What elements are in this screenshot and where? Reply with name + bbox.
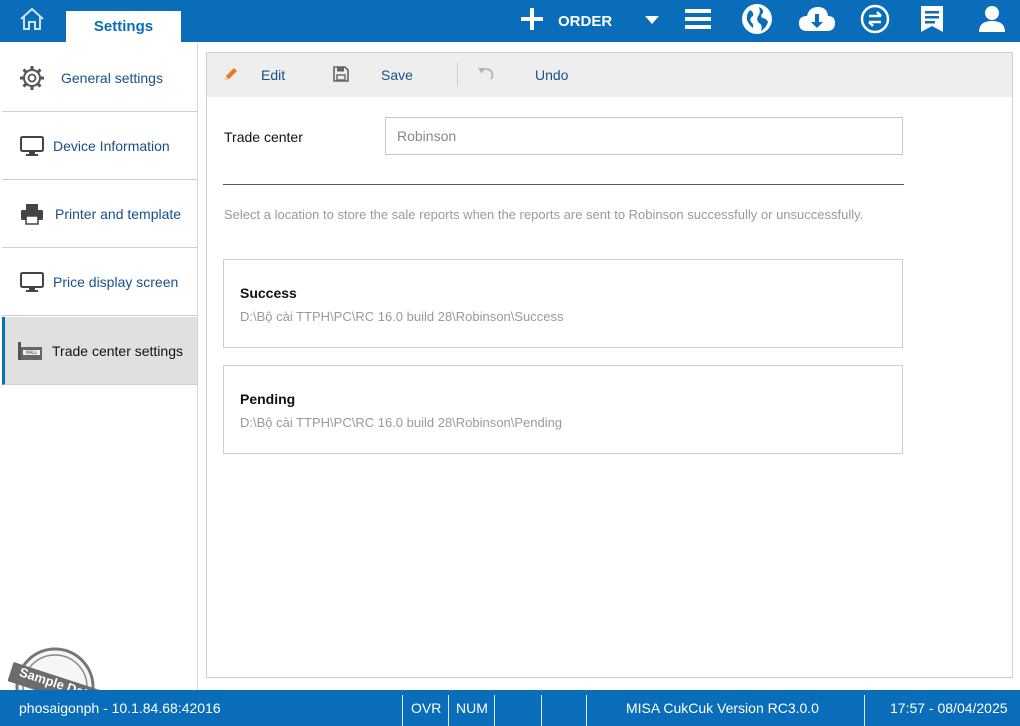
- home-button[interactable]: [0, 0, 64, 42]
- download-button[interactable]: [796, 0, 838, 42]
- divider: [223, 184, 904, 185]
- status-divider: [864, 695, 865, 726]
- success-location-card[interactable]: Success D:\Bộ cài TTPH\PC\RC 16.0 build …: [223, 259, 903, 348]
- save-label: Save: [381, 67, 413, 83]
- sidebar-item-price-display-screen[interactable]: Price display screen: [2, 249, 197, 316]
- sync-button[interactable]: [856, 0, 894, 42]
- dropdown-arrow-icon: [645, 12, 659, 30]
- status-user: phosaigonph - 10.1.84.68:42016: [19, 700, 221, 716]
- receipt-button[interactable]: [914, 0, 950, 42]
- home-icon: [19, 7, 45, 36]
- menu-icon: [685, 8, 711, 35]
- pending-location-card[interactable]: Pending D:\Bộ cài TTPH\PC\RC 16.0 build …: [223, 365, 903, 454]
- trade-center-settings-panel: Edit Save Undo Trade center Select a loc…: [206, 52, 1013, 678]
- save-button[interactable]: Save: [333, 53, 413, 97]
- new-order-button[interactable]: ORDER: [520, 0, 612, 42]
- receipt-icon: [920, 5, 944, 38]
- user-icon: [978, 5, 1006, 38]
- printer-icon: [14, 203, 50, 225]
- status-bar: phosaigonph - 10.1.84.68:42016 OVR NUM M…: [0, 690, 1020, 726]
- pending-path: D:\Bộ cài TTPH\PC\RC 16.0 build 28\Robin…: [240, 415, 563, 430]
- monitor-icon: [14, 272, 50, 292]
- status-ovr: OVR: [411, 700, 442, 716]
- mall-icon: MALL: [13, 341, 47, 361]
- sidebar-item-printer-and-template[interactable]: Printer and template: [2, 181, 197, 248]
- sidebar-item-label: Printer and template: [55, 206, 182, 222]
- status-divider: [494, 695, 495, 726]
- globe-icon: [741, 3, 773, 40]
- cloud-download-icon: [798, 5, 836, 38]
- undo-icon: [477, 66, 495, 85]
- sidebar-item-device-information[interactable]: Device Information: [2, 113, 197, 180]
- status-divider: [448, 695, 449, 726]
- status-version: MISA CukCuk Version RC3.0.0: [626, 700, 819, 716]
- svg-text:MALL: MALL: [26, 350, 37, 355]
- menu-button[interactable]: [680, 0, 716, 42]
- order-dropdown-button[interactable]: [640, 0, 664, 42]
- status-divider: [541, 695, 542, 726]
- sidebar-item-label: Trade center settings: [52, 342, 183, 359]
- top-bar: Settings ORDER: [0, 0, 1020, 42]
- plus-icon: [520, 7, 544, 36]
- sync-icon: [860, 4, 890, 39]
- edit-label: Edit: [261, 67, 286, 83]
- status-datetime: 17:57 - 08/04/2025: [890, 700, 1008, 716]
- toolbar: Edit Save Undo: [207, 53, 1012, 97]
- status-num: NUM: [456, 700, 488, 716]
- pending-title: Pending: [240, 391, 296, 407]
- sidebar-item-label: General settings: [61, 70, 163, 86]
- gear-icon: [10, 65, 54, 91]
- monitor-icon: [14, 136, 50, 156]
- sidebar-item-general-settings[interactable]: General settings: [2, 45, 197, 112]
- sidebar-item-label: Device Information: [53, 138, 170, 154]
- undo-button[interactable]: Undo: [477, 53, 568, 97]
- trade-center-label: Trade center: [224, 129, 303, 145]
- undo-label: Undo: [535, 67, 569, 83]
- sidebar: General settings Device Information Prin…: [0, 42, 198, 726]
- location-hint: Select a location to store the sale repo…: [224, 207, 864, 222]
- status-divider: [402, 695, 403, 726]
- web-button[interactable]: [738, 0, 776, 42]
- sidebar-item-label: Price display screen: [53, 274, 179, 290]
- order-label: ORDER: [558, 12, 613, 30]
- save-icon: [333, 65, 349, 85]
- pencil-icon: [223, 66, 239, 85]
- user-button[interactable]: [972, 0, 1012, 42]
- trade-center-field[interactable]: [385, 117, 903, 155]
- toolbar-divider: [457, 63, 458, 87]
- edit-button[interactable]: Edit: [223, 53, 285, 97]
- status-divider: [586, 695, 587, 726]
- sidebar-item-trade-center-settings[interactable]: MALL Trade center settings: [2, 317, 197, 385]
- success-title: Success: [240, 285, 297, 301]
- tab-settings[interactable]: Settings: [66, 11, 181, 42]
- success-path: D:\Bộ cài TTPH\PC\RC 16.0 build 28\Robin…: [240, 309, 564, 324]
